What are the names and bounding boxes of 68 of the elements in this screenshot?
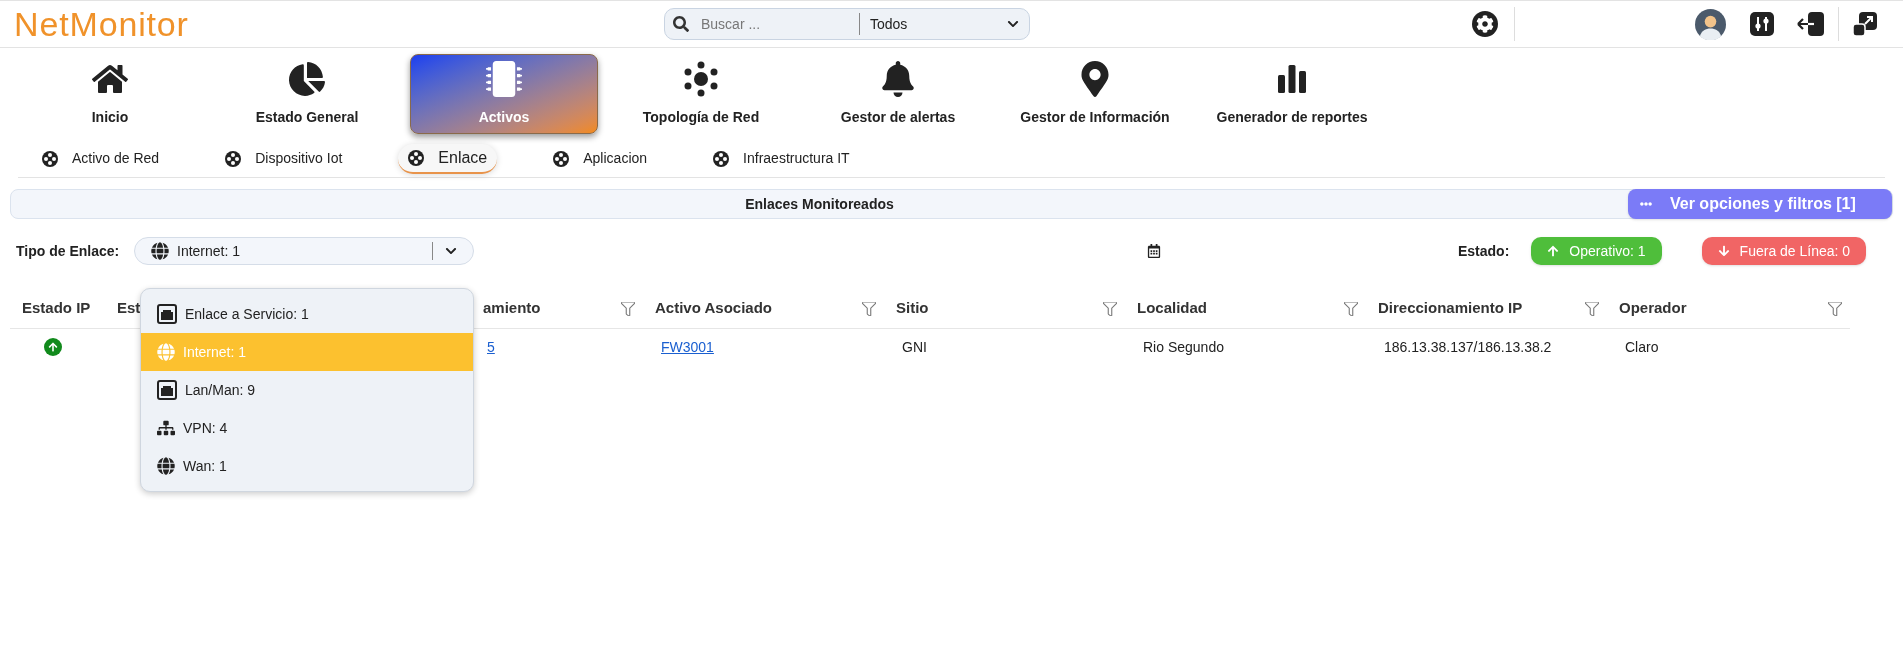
- column-header: Activo Asociado: [655, 298, 772, 319]
- asset-link[interactable]: FW3001: [661, 339, 714, 355]
- logout-icon[interactable]: [1796, 12, 1826, 36]
- sub-tab[interactable]: Dispositivo Iot: [215, 143, 353, 174]
- nav-item[interactable]: Inicio: [16, 54, 204, 134]
- calendar-icon[interactable]: [1147, 244, 1161, 258]
- chevron-down-icon: [1007, 18, 1019, 30]
- column-header: Operador: [1619, 298, 1687, 319]
- nav-item[interactable]: Gestor de Información: [1001, 54, 1189, 134]
- column-header: Est: [117, 298, 141, 319]
- reel-icon: [225, 150, 242, 167]
- sub-tab[interactable]: Activo de Red: [32, 143, 170, 174]
- link-type-select[interactable]: Internet: 1: [134, 237, 474, 265]
- table-cell: 186.13.38.137/186.13.38.2: [1384, 339, 1552, 355]
- menu-option[interactable]: Lan/Man: 9: [141, 371, 473, 409]
- avatar-icon[interactable]: [1695, 8, 1726, 40]
- nav-item[interactable]: Topología de Red: [607, 54, 795, 134]
- column-header: Estado IP: [22, 298, 91, 319]
- arrow-up-icon: [1547, 245, 1560, 257]
- network-hub-icon: [683, 60, 719, 97]
- sliders-icon[interactable]: [1750, 12, 1774, 36]
- menu-option[interactable]: Enlace a Servicio: 1: [141, 295, 473, 333]
- asset-link[interactable]: 5: [487, 339, 495, 355]
- settings-icon[interactable]: [1472, 11, 1498, 37]
- nav-item[interactable]: Estado General: [213, 54, 401, 134]
- filter-icon[interactable]: [621, 301, 635, 316]
- reel-icon: [408, 149, 425, 166]
- sub-tab[interactable]: Infraestructura IT: [703, 143, 860, 174]
- expand-window-icon[interactable]: [1853, 12, 1877, 36]
- nav-item[interactable]: Gestor de alertas: [804, 54, 992, 134]
- filter-icon[interactable]: [1585, 301, 1599, 316]
- search-icon: [673, 16, 689, 32]
- search-field[interactable]: Buscar ... Todos: [664, 8, 1030, 40]
- filter-icon[interactable]: [1103, 301, 1117, 316]
- filter-icon[interactable]: [1344, 301, 1358, 316]
- ethernet-port-icon: [157, 380, 177, 400]
- column-header: Sitio: [896, 298, 929, 319]
- column-header: Direccionamiento IP: [1378, 298, 1523, 319]
- chevron-down-icon: [445, 245, 457, 257]
- filter-icon[interactable]: [1828, 301, 1842, 316]
- arrow-down-icon: [1717, 245, 1730, 257]
- panel-title: Enlaces Monitoreados: [744, 194, 895, 214]
- bell-icon: [880, 60, 916, 97]
- sub-tab[interactable]: Enlace: [398, 143, 498, 174]
- chip-icon: [486, 60, 522, 97]
- reel-icon: [42, 150, 58, 167]
- table-cell: GNI: [902, 339, 927, 355]
- logo: NetMonitor: [14, 7, 190, 41]
- sub-tab[interactable]: Aplicacion: [543, 143, 658, 174]
- menu-option[interactable]: Wan: 1: [141, 447, 473, 485]
- filter-icon[interactable]: [862, 301, 876, 316]
- ethernet-port-icon: [157, 304, 177, 324]
- table-cell: Claro: [1625, 339, 1659, 355]
- menu-option[interactable]: VPN: 4: [141, 409, 473, 447]
- globe-icon: [157, 343, 175, 361]
- status-label: Estado:: [1458, 241, 1510, 261]
- filter-label: Tipo de Enlace:: [16, 241, 121, 261]
- globe-icon: [151, 242, 169, 260]
- nav-item[interactable]: Generador de reportes: [1198, 54, 1386, 134]
- network-icon: [157, 419, 175, 437]
- table-cell: Rio Segundo: [1143, 339, 1224, 355]
- scope-dropdown[interactable]: Todos: [860, 9, 1029, 39]
- globe-icon: [157, 457, 175, 475]
- reel-icon: [553, 150, 570, 167]
- column-header: Localidad: [1137, 298, 1207, 319]
- column-header: amiento: [483, 298, 541, 319]
- reel-icon: [713, 150, 730, 167]
- pie-chart-icon: [289, 60, 325, 97]
